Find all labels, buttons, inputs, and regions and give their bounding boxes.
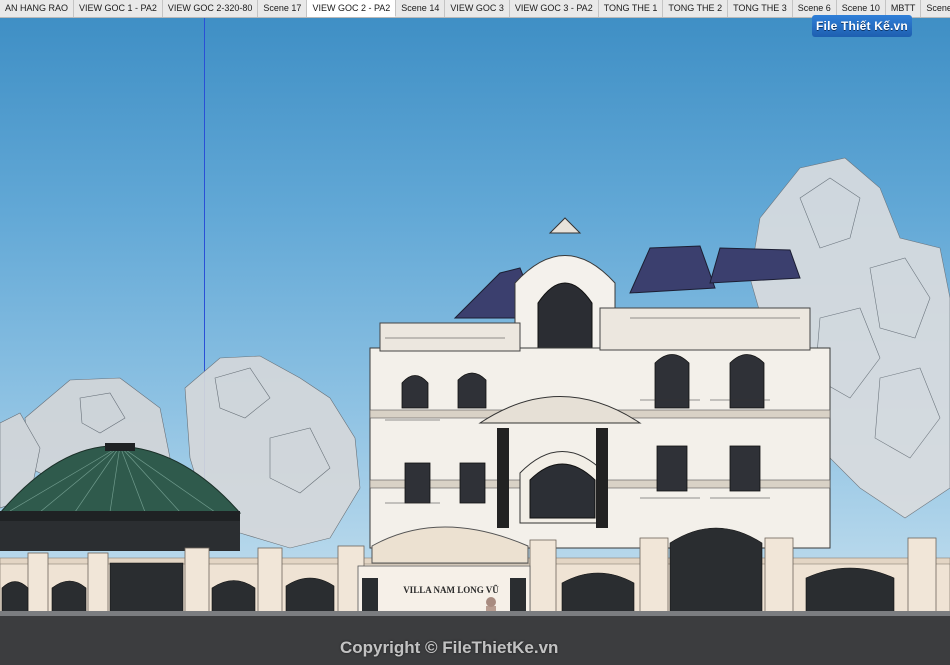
scene-tab[interactable]: VIEW GOC 2-320-80 [162,0,259,17]
viewport[interactable]: VILLA NAM LONG VŨ Copyright © FileThietK… [0,18,950,665]
copyright-watermark: Copyright © FileThietKe.vn [340,638,559,657]
scene-tab[interactable]: Scene 16 [921,0,950,17]
logo-text: File Thiết Kế.vn [812,15,912,37]
scene-tab[interactable]: VIEW GOC 1 - PA2 [74,0,163,17]
site-logo: File Thiết Kế.vn [812,14,920,38]
scene-tab[interactable]: AN HANG RAO [0,0,75,17]
villa [369,217,831,549]
scene-tab[interactable]: TONG THE 3 [728,0,793,17]
scene-tabs: AN HANG RAO VIEW GOC 1 - PA2 VIEW GOC 2-32… [0,0,950,18]
scene-tab[interactable]: VIEW GOC 3 - PA2 [509,0,599,17]
villa-sign-text: VILLA NAM LONG VŨ [403,585,499,595]
scene-tab[interactable]: Scene 17 [258,0,308,17]
scene-tab[interactable]: VIEW GOC 2 - PA2 [307,0,397,17]
scene-tab[interactable]: TONG THE 2 [663,0,729,17]
scene-tab[interactable]: Scene 14 [396,0,446,17]
scene-tab[interactable]: TONG THE 1 [598,0,664,17]
scene-drawing [0,157,950,659]
scene-tab[interactable]: VIEW GOC 3 [445,0,510,17]
